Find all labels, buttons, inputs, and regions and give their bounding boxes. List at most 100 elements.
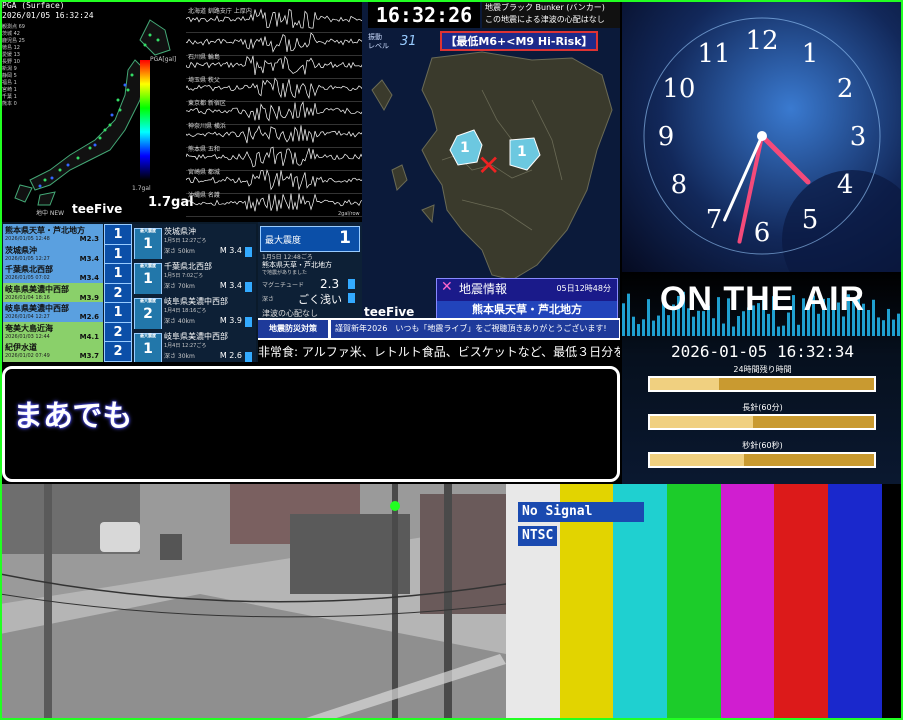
info-title: 地震情報 xyxy=(459,282,508,296)
map-ticker: 地震ブラック Bunker (バンカー) この地震による津波の心配はなし xyxy=(482,2,620,28)
map-teefive-logo: teeFive xyxy=(364,305,415,319)
level-value: 31 xyxy=(400,34,417,49)
progress-fill xyxy=(650,454,745,466)
quake-detail-card[interactable]: 最大震度 1 千葉県北西部 1月5日 7:02ごろ 深さ 70km M 3.4 xyxy=(132,259,256,297)
detail-mag-bar xyxy=(245,282,252,292)
detail-intensity-caption: 最大震度 xyxy=(140,298,156,303)
info-region: 熊本県天草・芦北地方 xyxy=(437,301,617,319)
max-sub: で地震がありました xyxy=(262,270,308,276)
quake-detail-card[interactable]: 最大震度 1 岐阜県美濃中西部 1月4日 12:27ごろ 深さ 30km M 2.6 xyxy=(132,329,256,362)
quake-date: 2026/01/03 12:44 xyxy=(5,333,50,340)
spectrum-bar xyxy=(882,320,885,336)
detail-intensity-caption: 最大震度 xyxy=(140,263,156,268)
depth-bar xyxy=(348,293,355,303)
info-time: 05日12時48分 xyxy=(556,284,611,293)
detail-intensity-value: 1 xyxy=(143,236,153,252)
progress-fill xyxy=(650,378,720,390)
max-intensity-value: 1 xyxy=(339,228,351,248)
progress-bar xyxy=(648,414,876,430)
quake-intensity-badge: 2 xyxy=(104,341,132,362)
quake-list-row[interactable]: 奄美大島近海 2026/01/03 12:44 M4.1 xyxy=(3,321,103,343)
quake-detail-card[interactable]: 最大震度 2 岐阜県美濃中西部 1月4日 18:16ごろ 深さ 40km M 3.9 xyxy=(132,294,256,332)
quake-intensity-badge: 2 xyxy=(104,321,132,343)
detail-intensity-value: 1 xyxy=(143,271,153,287)
color-bar-stripe xyxy=(720,484,775,720)
subtitle-box: まあでも xyxy=(2,366,620,482)
detail-intensity-badge: 最大震度 1 xyxy=(134,263,162,295)
max-intensity-header: 最大震度 1 xyxy=(260,226,360,252)
color-bar-stripe xyxy=(666,484,721,720)
detail-intensity-value: 2 xyxy=(143,306,153,322)
max-intensity-label: 最大震度 xyxy=(265,236,302,246)
quake-region: 岐阜県美濃中西部 xyxy=(5,304,69,313)
detail-intensity-caption: 最大震度 xyxy=(140,333,156,338)
quake-list-row[interactable]: 茨城県沖 2026/01/05 12:27 M3.4 xyxy=(3,243,103,265)
bulletin-banner: 地震防災対策 謹賀新年2026 いつも「地震ライブ」をご視聴頂きありがとうござい… xyxy=(258,318,620,340)
quake-region: 奄美大島近海 xyxy=(5,323,53,333)
quake-intensity-badge: 2 xyxy=(104,282,132,304)
quake-magnitude: M2.6 xyxy=(79,313,99,321)
quake-list-row[interactable]: 岐阜県美濃中西部 2026/01/04 12:27 M2.6 xyxy=(3,302,103,323)
progress-bar xyxy=(648,376,876,392)
detail-depth: 深さ 30km xyxy=(164,353,195,360)
quake-list-row[interactable]: 千葉県北西部 2026/01/05 07:02 M3.4 xyxy=(3,263,103,284)
quake-history-panel: 熊本県天草・芦北地方 2026/01/05 12:48 M2.3 1 茨城県沖 2026/… xyxy=(0,222,258,362)
spectrum-bar xyxy=(642,319,645,336)
clock-time: 16:32:26 xyxy=(368,2,480,28)
clock-number: 9 xyxy=(658,122,675,152)
spectrum-bar xyxy=(652,320,655,336)
quake-magnitude: M2.3 xyxy=(79,235,99,243)
on-air-datetime: 2026-01-05 16:32:34 xyxy=(670,342,855,361)
mag-bar xyxy=(348,279,355,289)
spectrum-bar xyxy=(692,316,695,336)
quake-date: 2026/01/05 12:48 xyxy=(5,236,50,242)
quake-list-row[interactable]: 紀伊水道 2026/01/02 07:49 M3.7 xyxy=(3,341,103,362)
waveform-label: 東京都 新宿区 xyxy=(188,100,226,107)
quake-region: 千葉県北西部 xyxy=(5,265,53,274)
intensity-mark-1: 1 xyxy=(460,140,470,156)
spectrum-bar xyxy=(892,319,895,336)
quake-date: 2026/01/04 12:27 xyxy=(5,314,50,320)
clock-number: 1 xyxy=(802,39,819,69)
progress-label: 長針(60分) xyxy=(742,403,783,412)
peak-gal-small: 1.7gal xyxy=(132,185,151,192)
detail-mag-bar xyxy=(245,317,252,327)
detail-depth: 深さ 70km xyxy=(164,283,195,290)
spectrum-bar xyxy=(737,316,740,336)
quake-intensity-badge: 1 xyxy=(104,224,132,245)
quake-list-row[interactable]: 熊本県天草・芦北地方 2026/01/05 12:48 M2.3 xyxy=(3,224,103,245)
progress-fill xyxy=(650,416,754,428)
waveform-label: 宮崎県 都城 xyxy=(188,169,220,176)
detail-date: 1月5日 7:02ごろ xyxy=(164,273,204,279)
hour-hand xyxy=(759,133,811,185)
quake-magnitude: M3.4 xyxy=(79,254,99,263)
clock-number: 8 xyxy=(671,170,688,200)
waveform-label: 北海道 釧路支庁 上厚内 xyxy=(188,8,252,15)
quake-list-row[interactable]: 岐阜県美濃中西部 2026/01/04 18:16 M3.9 xyxy=(3,282,103,304)
ntsc-label: NTSC xyxy=(518,526,558,546)
waveform-label: 石川県 輪島 xyxy=(188,54,220,61)
color-bar-stripe xyxy=(881,484,903,720)
banner-text: 謹賀新年2026 いつも「地震ライブ」をご視聴頂きありがとうございます! xyxy=(331,320,619,338)
detail-magnitude: M 3.4 xyxy=(219,246,242,255)
new-label: 地中 NEW xyxy=(36,210,65,217)
progress-label: 24時間残り時間 xyxy=(733,365,792,374)
detail-region: 千葉県北西部 xyxy=(164,262,212,271)
quake-date: 2026/01/04 18:16 xyxy=(5,294,50,301)
pga-color-scale xyxy=(140,60,150,180)
progress-label: 秒針(60秒) xyxy=(742,441,783,450)
quake-detail-card[interactable]: 最大震度 1 茨城県沖 1月5日 12:27ごろ 深さ 50km M 3.4 xyxy=(132,224,256,262)
color-bar-stripe xyxy=(827,484,882,720)
detail-region: 岐阜県美濃中西部 xyxy=(164,332,228,341)
quake-date: 2026/01/02 07:49 xyxy=(5,353,50,359)
quake-magnitude: M3.9 xyxy=(79,293,99,302)
quake-date: 2026/01/05 07:02 xyxy=(5,275,50,281)
clock-number: 2 xyxy=(837,74,854,104)
spectrum-bar xyxy=(732,326,735,336)
quake-region: 紀伊水道 xyxy=(5,343,37,352)
kyushu-map-panel: 1 1 ✕ 16:32:26 地震ブラック Bunker (バンカー) この地震… xyxy=(362,0,620,320)
mag-value: 2.3 xyxy=(320,277,340,291)
quake-magnitude: M4.1 xyxy=(79,332,99,341)
seismic-monitor-panel: PGA (Surface) 2026/01/05 16:32:24 観測点 69… xyxy=(0,0,365,222)
mag-label: マグニチュード xyxy=(262,282,305,289)
